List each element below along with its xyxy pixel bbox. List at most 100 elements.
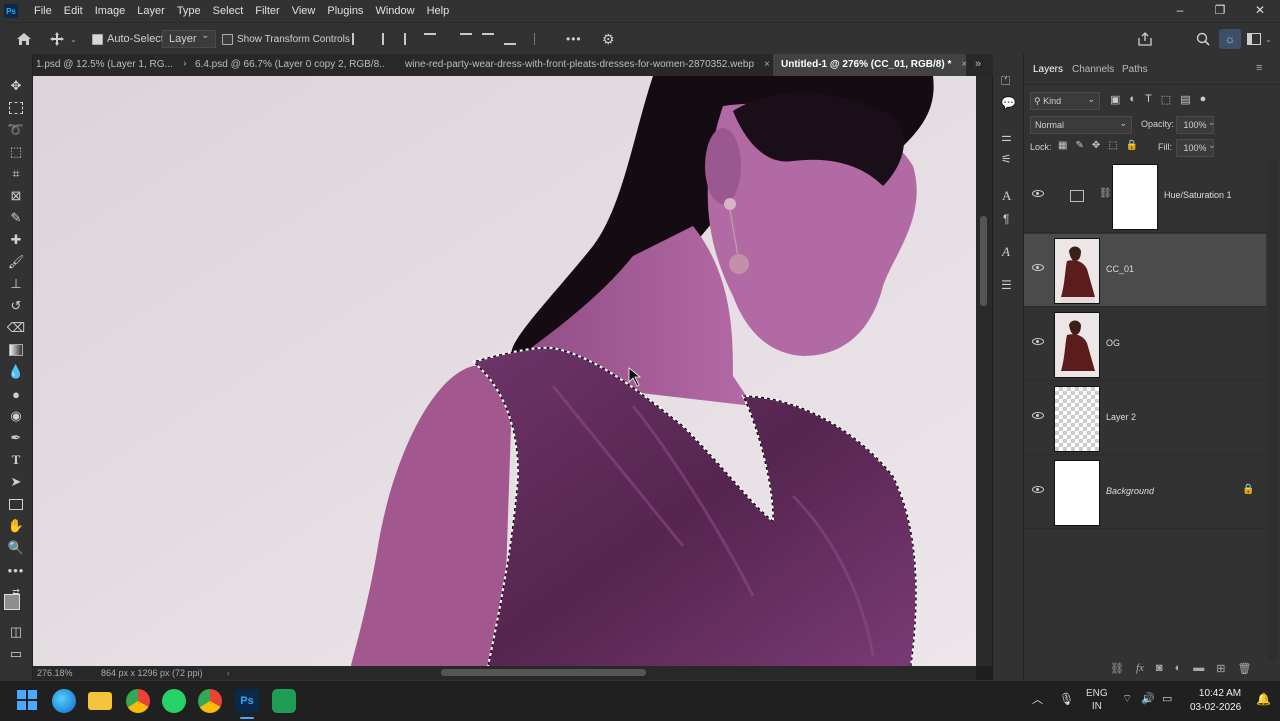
frame-tool-icon[interactable]: ⊠ [6,186,26,206]
tab-overflow-icon[interactable]: » [975,58,981,70]
align-top-icon[interactable] [460,33,472,45]
dodge-tool-icon[interactable]: ● [6,384,26,404]
tab-document-1[interactable]: 1.psd @ 12.5% (Layer 1, RG... × [36,54,186,76]
layer-row-cc01[interactable]: CC_01 [1024,234,1266,307]
blend-mode-dropdown[interactable]: Normal ⌄ [1030,116,1132,134]
brush-tool-icon[interactable]: 🖌 [6,252,26,272]
layer-name[interactable]: Hue/Saturation 1 [1164,190,1232,200]
add-mask-icon[interactable]: ◙ [1156,662,1163,675]
type-tool-icon[interactable]: T [6,450,26,470]
rectangle-tool-icon[interactable] [6,494,26,514]
filter-adjustment-icon[interactable]: ◐ [1129,93,1136,106]
healing-brush-tool-icon[interactable]: ✚ [6,230,26,250]
home-icon[interactable] [16,30,32,48]
panel-menu-icon[interactable]: ≡ [1256,62,1262,74]
tab-document-2[interactable]: 6.4.psd @ 66.7% (Layer 0 copy 2, RGB/8..… [195,54,385,76]
align-right-icon[interactable] [394,33,406,45]
align-bottom-icon[interactable] [504,33,516,45]
paragraph-icon[interactable]: ¶ [1003,212,1009,226]
chevron-down-icon[interactable]: ⌄ [1208,140,1216,151]
wifi-icon[interactable]: ⌔ [1122,692,1132,706]
zoom-tool-icon[interactable]: 🔍 [6,538,26,558]
discover-lightbulb-icon[interactable]: ☼ [1219,29,1241,49]
chevron-down-icon[interactable]: ⌄ [1208,117,1216,128]
new-group-icon[interactable]: ▬ [1193,662,1204,675]
align-center-icon[interactable] [374,33,384,45]
path-selection-tool-icon[interactable]: ➤ [6,472,26,492]
calculator-icon[interactable] [272,689,296,713]
glyphs-icon[interactable]: A [1002,244,1010,260]
filter-pixel-icon[interactable]: ▣ [1110,93,1120,106]
marquee-tool-icon[interactable] [6,98,26,118]
volume-icon[interactable]: 🔊 [1141,692,1155,705]
menu-edit[interactable]: Edit [58,5,89,17]
chrome-profile-icon[interactable] [198,689,222,713]
filter-type-icon[interactable]: T [1145,93,1152,106]
eyedropper-tool-icon[interactable]: ✎ [6,208,26,228]
layer-name[interactable]: Background [1106,486,1154,496]
history-brush-tool-icon[interactable]: ↺ [6,296,26,316]
chevron-up-icon[interactable]: ︿ [1032,691,1043,707]
link-chain-icon[interactable]: ⛓ [1099,188,1112,199]
menu-help[interactable]: Help [421,5,456,17]
filter-shape-icon[interactable]: ⬚ [1161,93,1171,106]
new-adjustment-icon[interactable]: ◐ [1175,662,1182,675]
fx-icon[interactable]: fx [1136,662,1144,675]
history-icon[interactable]: ⏍ [1001,74,1010,89]
pen-tool-icon[interactable]: ✒ [6,428,26,448]
blur-tool-icon[interactable]: 💧 [6,362,26,382]
visibility-eye-icon[interactable] [1032,190,1044,197]
move-tool-icon[interactable]: ✥ [6,76,26,96]
lock-transparent-icon[interactable]: ▦ [1058,140,1067,151]
layers-scrollbar[interactable] [1268,160,1278,660]
minimize-button[interactable]: – [1160,0,1200,22]
visibility-eye-icon[interactable] [1032,338,1044,345]
menu-window[interactable]: Window [369,5,420,17]
link-layers-icon[interactable]: ⛓ [1110,662,1124,675]
comments-icon[interactable]: 💬 [1001,96,1016,110]
filter-kind-dropdown[interactable]: ⚲ Kind ⌄ [1030,92,1100,110]
edge-icon[interactable] [52,689,76,713]
tab-layers[interactable]: Layers [1033,64,1063,75]
whatsapp-icon[interactable] [162,689,186,713]
horizontal-scroll-thumb[interactable] [441,669,646,676]
tab-document-3[interactable]: wine-red-party-wear-dress-with-front-ple… [405,54,773,76]
crop-tool-icon[interactable]: ⌗ [6,164,26,184]
filter-smartobject-icon[interactable]: ▤ [1180,93,1190,106]
workspace-icon[interactable]: ⌄ [1247,30,1272,48]
sponge-tool-icon[interactable]: ◉ [6,406,26,426]
align-left-icon[interactable] [352,33,364,45]
battery-icon[interactable]: ▭ [1162,692,1172,705]
tab-channels[interactable]: Channels [1072,64,1114,75]
layer-row-og[interactable]: OG [1024,308,1266,381]
new-layer-icon[interactable]: ⊞ [1216,662,1225,675]
eraser-tool-icon[interactable]: ⌫ [6,318,26,338]
menu-file[interactable]: File [28,5,58,17]
status-expand-icon[interactable]: › [227,668,230,678]
search-icon[interactable] [1196,30,1210,48]
visibility-eye-icon[interactable] [1032,486,1044,493]
lock-position-icon[interactable]: ✥ [1092,140,1100,151]
close-tab-icon[interactable]: × [764,59,770,70]
layer-row-hue-saturation[interactable]: ⛓ Hue/Saturation 1 [1024,160,1266,233]
document-canvas[interactable] [33,76,976,666]
file-explorer-icon[interactable] [88,692,112,710]
foreground-color-swatch[interactable] [4,594,20,610]
filter-toggle-icon[interactable]: ● [1200,93,1207,106]
layer-name[interactable]: CC_01 [1106,264,1134,274]
hand-tool-icon[interactable]: ✋ [6,516,26,536]
language-indicator[interactable]: ENG IN [1086,687,1108,713]
chrome-icon[interactable] [126,689,150,713]
visibility-eye-icon[interactable] [1032,264,1044,271]
close-tab-icon[interactable]: × [961,59,966,70]
lock-artboard-icon[interactable]: ⬚ [1108,140,1117,151]
layer-row-background[interactable]: Background 🔒 [1024,456,1266,529]
properties-icon[interactable]: ⚌ [1001,130,1012,144]
menu-filter[interactable]: Filter [249,5,285,17]
vertical-scroll-thumb[interactable] [980,216,987,306]
windows-start-icon[interactable] [16,689,40,713]
tab-paths[interactable]: Paths [1122,64,1148,75]
layer-name[interactable]: OG [1106,338,1120,348]
lasso-tool-icon[interactable]: ➰ [6,120,26,140]
close-tab-icon[interactable]: × [183,59,186,70]
